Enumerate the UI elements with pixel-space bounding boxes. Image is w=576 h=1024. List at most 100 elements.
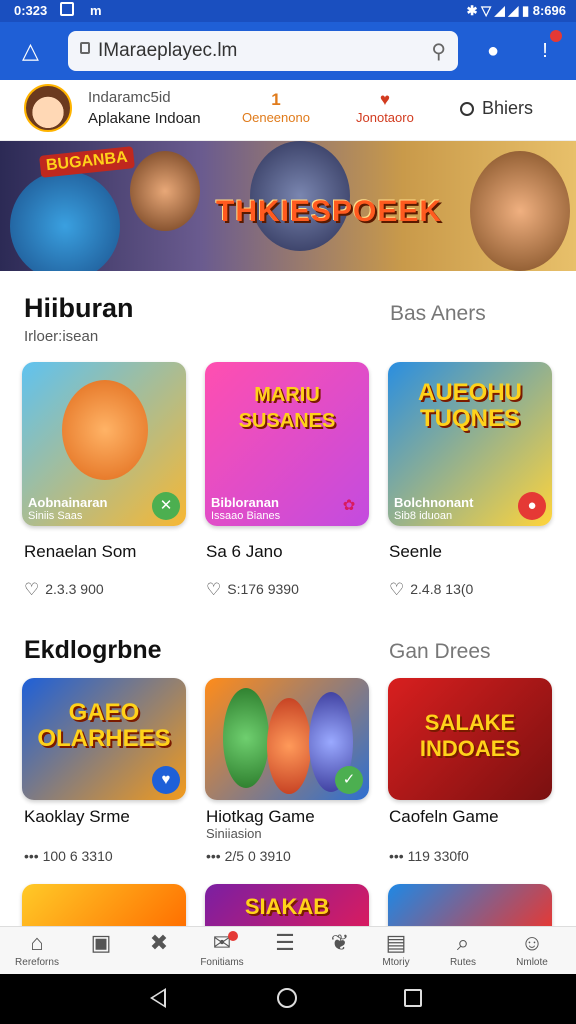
card-badge-icon: ●	[518, 492, 546, 520]
section1-title: Hiiburan	[24, 293, 134, 323]
nav-chat[interactable]: ❦	[312, 929, 368, 957]
game-name[interactable]: Caofeln Game	[389, 807, 499, 827]
card-caption: Bibloranan	[211, 495, 279, 510]
game-name[interactable]: Hiotkag Game	[206, 807, 315, 827]
game-name[interactable]: Sa 6 Jano	[206, 542, 283, 562]
recent-apps-icon[interactable]	[404, 989, 422, 1007]
back-icon[interactable]	[150, 988, 166, 1008]
game-card[interactable]: SIAKAB	[205, 884, 369, 928]
nav-label: Rutes	[449, 957, 477, 968]
game-name[interactable]: Renaelan Som	[24, 542, 136, 562]
game-name[interactable]: Seenle	[389, 542, 442, 562]
notification-dot	[228, 931, 238, 941]
nav-label: Mtoriy	[382, 957, 410, 968]
search-icon[interactable]: ⚲	[431, 39, 446, 64]
game-card[interactable]: GAEO OLARHEES ♥	[22, 678, 186, 800]
card-badge-icon: ✿	[342, 497, 356, 514]
mail-icon: ✉	[212, 930, 232, 955]
stat-likes-num: ♥	[379, 90, 390, 109]
game-card[interactable]: Aobnainaran Siniis Saas ✕	[22, 362, 186, 526]
banner-logo: BUGANBA	[39, 146, 135, 178]
library-icon: ▣	[90, 930, 112, 955]
fox-character	[62, 380, 148, 480]
nav-library[interactable]: ▣	[73, 929, 129, 957]
card-caption: Aobnainaran	[28, 495, 108, 510]
card-badge-icon: ✓	[335, 766, 363, 794]
game-card[interactable]: MARIU SUSANES Bibloranan Issaao Bianes ✿	[205, 362, 369, 526]
nav-history[interactable]: ▤ Mtoriy	[368, 929, 424, 968]
browser-toolbar: △ IMaraeplayec.lm ⚲ ● !	[0, 22, 576, 80]
stat-followers[interactable]: 1 Oeneenono	[242, 90, 310, 125]
banner-adventurer-character	[470, 151, 570, 271]
card-art-title: MARIU SUSANES	[238, 384, 336, 432]
stat-followers-num: 1	[271, 90, 281, 109]
profile-search-button[interactable]: Bhiers	[460, 98, 533, 119]
avatar[interactable]	[24, 84, 72, 132]
game-name[interactable]: Kaoklay Srme	[24, 807, 130, 827]
system-navigation-bar	[0, 974, 576, 1024]
nav-profile[interactable]: ☺ Nmlote	[504, 929, 560, 968]
stat-likes-label: Jonotaoro	[356, 110, 414, 125]
history-icon: ▤	[385, 930, 407, 955]
collapse-icon[interactable]: △	[22, 38, 39, 64]
profile-search-label: Bhiers	[482, 98, 534, 118]
search-icon	[460, 102, 474, 116]
profile-subtitle: Aplakane Indoan	[88, 110, 201, 127]
status-right: ✱ ▽ ◢ ◢ ▮ 8:696	[466, 3, 566, 18]
banner-title: THKIESPOEEK	[216, 195, 443, 228]
likes-count: S:176 9390	[227, 581, 299, 597]
heart-icon[interactable]: ♡	[206, 580, 221, 600]
game-subtitle: Siniiasion	[206, 826, 262, 841]
card-caption-sub: Siniis Saas	[28, 510, 83, 522]
game-likes: ♡ 2.3.3 900	[24, 580, 104, 600]
lock-icon	[80, 42, 90, 54]
likes-count: 2.4.8 13(0	[410, 581, 474, 597]
nav-search[interactable]: ⌕ Rutes	[435, 929, 491, 968]
chat-icon: ❦	[330, 930, 350, 955]
notification-dot	[550, 30, 562, 42]
nav-label: Nmlote	[516, 957, 548, 968]
profile-header: Indaramc5id Aplakane Indoan 1 Oeneenono …	[0, 80, 576, 141]
nav-notifications[interactable]: ✉ Fonitiams	[194, 929, 250, 968]
game-card[interactable]: AUEOHU TUQNES Bolchnonant Sib8 iduoan ●	[388, 362, 552, 526]
section2-title: Ekdlogrbne	[24, 636, 162, 664]
game-card[interactable]: SALAKE INDOAES	[388, 678, 552, 800]
url-text[interactable]: IMaraeplayec.lm	[98, 40, 237, 62]
game-card[interactable]	[388, 884, 552, 928]
game-card[interactable]: ✓	[205, 678, 369, 800]
card-art-title: GAEO OLARHEES	[37, 699, 171, 752]
url-bar[interactable]: IMaraeplayec.lm ⚲	[68, 31, 458, 71]
notification-icon	[60, 2, 74, 16]
list-icon: ☰	[275, 930, 295, 955]
card-art-title: AUEOHU TUQNES	[417, 379, 522, 432]
section1-subtitle: Irloer:isean	[24, 328, 99, 345]
lock-button-icon[interactable]: ●	[478, 36, 508, 66]
section2-see-all[interactable]: Gan Drees	[389, 640, 491, 664]
hero-banner[interactable]: BUGANBA THKIESPOEEK	[0, 141, 576, 271]
red-hero-character	[267, 698, 311, 794]
card-badge-icon: ✕	[152, 492, 180, 520]
green-hero-character	[223, 688, 269, 788]
status-time: 0:323	[14, 3, 48, 18]
card-caption-sub: Issaao Bianes	[211, 510, 281, 522]
status-bar: 0:323 m ✱ ▽ ◢ ◢ ▮ 8:696	[0, 0, 576, 22]
card-art-title: SIAKAB	[244, 894, 330, 919]
heart-icon[interactable]: ♡	[389, 580, 404, 600]
stat-likes[interactable]: ♥ Jonotaoro	[356, 90, 414, 125]
game-plays: ••• 100 6 3310	[24, 848, 113, 864]
card-art-title: SALAKE INDOAES	[419, 710, 521, 761]
nav-tools[interactable]: ✖	[131, 929, 187, 957]
section1-see-all[interactable]: Bas Aners	[390, 302, 486, 326]
tools-icon: ✖	[149, 930, 169, 955]
card-badge-icon: ♥	[152, 766, 180, 794]
home-circle-icon[interactable]	[277, 988, 297, 1008]
banner-shark-character	[10, 171, 120, 271]
game-likes: ♡ 2.4.8 13(0	[389, 580, 473, 600]
nav-list[interactable]: ☰	[257, 929, 313, 957]
heart-icon[interactable]: ♡	[24, 580, 39, 600]
game-plays: ••• 119 330f0	[389, 848, 469, 864]
game-card[interactable]	[22, 884, 186, 928]
game-likes: ♡ S:176 9390	[206, 580, 299, 600]
nav-home[interactable]: ⌂ Rereforns	[9, 929, 65, 968]
search-icon: ⌕	[456, 930, 470, 955]
